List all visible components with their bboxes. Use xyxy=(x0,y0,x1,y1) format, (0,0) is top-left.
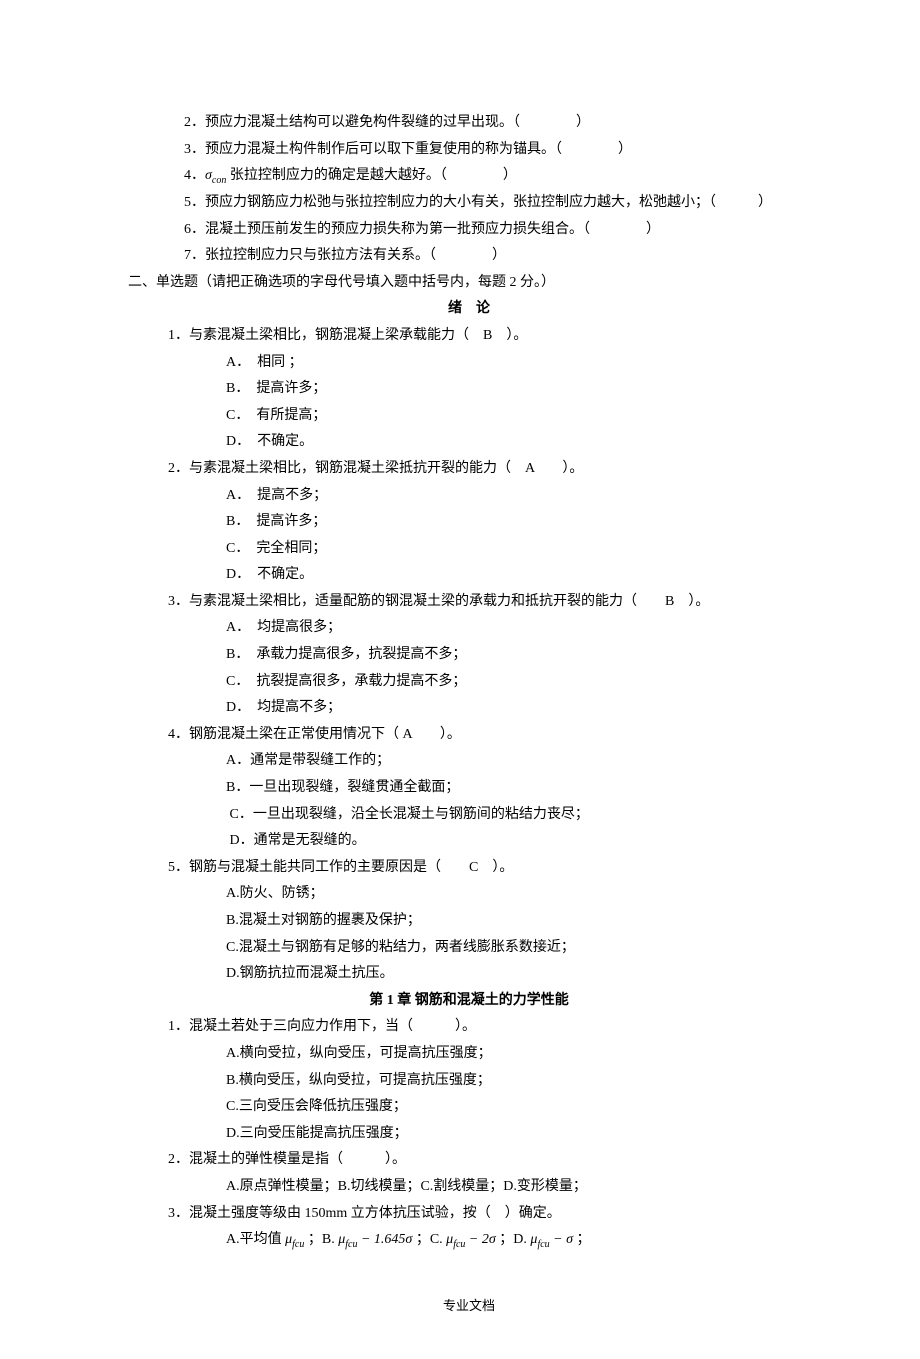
document-page: 2．预应力混凝土结构可以避免构件裂缝的过早出现。（ ） 3．预应力混凝土构件制作… xyxy=(0,0,920,1359)
mc-q3-stem: 3．与素混凝土梁相比，适量配筋的钢混凝土梁的承载力和抵抗开裂的能力（ B ）。 xyxy=(128,589,810,616)
section-title-intro: 绪 论 xyxy=(128,296,810,323)
ch1-q1-a: A.横向受拉，纵向受压，可提高抗压强度； xyxy=(128,1041,810,1068)
mc-q5-b: B.混凝土对钢筋的握裹及保护； xyxy=(128,908,810,935)
mc-q2-d: D． 不确定。 xyxy=(128,562,810,589)
ch1-q3-c-pre: ；C. xyxy=(416,1232,446,1247)
ch1-q3-end: ； xyxy=(577,1232,591,1247)
page-footer: 专业文档 xyxy=(128,1294,810,1319)
mc-q4-b: B．一旦出现裂缝，裂缝贯通全截面； xyxy=(128,775,810,802)
ch1-q3-opts: A.平均值 μfcu ；B. μfcu − 1.645σ ；C. μfcu − … xyxy=(128,1227,810,1254)
mc-q1-stem: 1．与素混凝土梁相比，钢筋混凝上梁承载能力（ B ）。 xyxy=(128,323,810,350)
ch1-q1-b: B.横向受压，纵向受拉，可提高抗压强度； xyxy=(128,1068,810,1095)
ch1-q1-stem: 1．混凝土若处于三向应力作用下，当（ ）。 xyxy=(128,1014,810,1041)
tf-q5: 5．预应力钢筋应力松弛与张拉控制应力的大小有关，张拉控制应力越大，松弛越小；（ … xyxy=(128,190,810,217)
mc-q5-d: D.钢筋抗拉而混凝土抗压。 xyxy=(128,961,810,988)
mc-q1-a: A． 相同 ； xyxy=(128,350,810,377)
mc-q3-d: D． 均提高不多； xyxy=(128,695,810,722)
mc-q4-d: D．通常是无裂缝的。 xyxy=(128,828,810,855)
tf-q4-pre: 4． xyxy=(184,168,205,183)
mc-q5-a: A.防火、防锈； xyxy=(128,881,810,908)
mc-q2-stem: 2．与素混凝土梁相比，钢筋混凝土梁抵抗开裂的能力（ A ）。 xyxy=(128,456,810,483)
formula-b: μfcu − 1.645σ xyxy=(338,1232,412,1247)
tf-q2: 2．预应力混凝土结构可以避免构件裂缝的过早出现。（ ） xyxy=(128,110,810,137)
tf-q7: 7．张拉控制应力只与张拉方法有关系。（ ） xyxy=(128,243,810,270)
tf-q4-post: 张拉控制应力的确定是越大越好。（ ） xyxy=(226,168,517,183)
mu-fcu-symbol: μfcu xyxy=(285,1232,304,1247)
mc-q5-c: C.混凝土与钢筋有足够的粘结力，两者线膨胀系数接近； xyxy=(128,935,810,962)
section-title-ch1: 第 1 章 钢筋和混凝土的力学性能 xyxy=(128,988,810,1015)
mc-q3-b: B． 承载力提高很多，抗裂提高不多； xyxy=(128,642,810,669)
ch1-q3-b-pre: ；B. xyxy=(308,1232,338,1247)
ch1-q3-a-pre: A.平均值 xyxy=(226,1232,282,1247)
mc-q4-c: C．一旦出现裂缝，沿全长混凝土与钢筋间的粘结力丧尽； xyxy=(128,802,810,829)
mc-q2-c: C． 完全相同； xyxy=(128,536,810,563)
mc-q4-stem: 4．钢筋混凝土梁在正常使用情况下（ A ）。 xyxy=(128,722,810,749)
mc-q4-a: A．通常是带裂缝工作的； xyxy=(128,748,810,775)
ch1-q1-c: C.三向受压会降低抗压强度； xyxy=(128,1094,810,1121)
ch1-q2-stem: 2．混凝土的弹性模量是指（ ）。 xyxy=(128,1147,810,1174)
mc-q2-b: B． 提高许多； xyxy=(128,509,810,536)
mc-q3-c: C． 抗裂提高很多，承载力提高不多； xyxy=(128,669,810,696)
tf-q6: 6．混凝土预压前发生的预应力损失称为第一批预应力损失组合。（ ） xyxy=(128,217,810,244)
ch1-q2-opts: A.原点弹性模量；B.切线模量；C.割线模量；D.变形模量； xyxy=(128,1174,810,1201)
mc-q3-a: A． 均提高很多； xyxy=(128,615,810,642)
mc-q2-a: A． 提高不多； xyxy=(128,483,810,510)
tf-q4: 4．σcon 张拉控制应力的确定是越大越好。（ ） xyxy=(128,163,810,190)
tf-q3: 3．预应力混凝土构件制作后可以取下重复使用的称为锚具。（ ） xyxy=(128,137,810,164)
ch1-q3-d-pre: ；D. xyxy=(499,1232,530,1247)
mc-q1-c: C． 有所提高； xyxy=(128,403,810,430)
formula-c: μfcu − 2σ xyxy=(446,1232,496,1247)
mc-q1-d: D． 不确定。 xyxy=(128,429,810,456)
sigma-con-symbol: σcon xyxy=(205,168,226,183)
mc-q1-b: B． 提高许多； xyxy=(128,376,810,403)
mc-q5-stem: 5．钢筋与混凝土能共同工作的主要原因是（ C ）。 xyxy=(128,855,810,882)
formula-d: μfcu − σ xyxy=(530,1232,573,1247)
mc-section-header: 二、单选题（请把正确选项的字母代号填入题中括号内，每题 2 分。） xyxy=(128,270,810,297)
ch1-q1-d: D.三向受压能提高抗压强度； xyxy=(128,1121,810,1148)
ch1-q3-stem: 3．混凝土强度等级由 150mm 立方体抗压试验，按（ ）确定。 xyxy=(128,1201,810,1228)
